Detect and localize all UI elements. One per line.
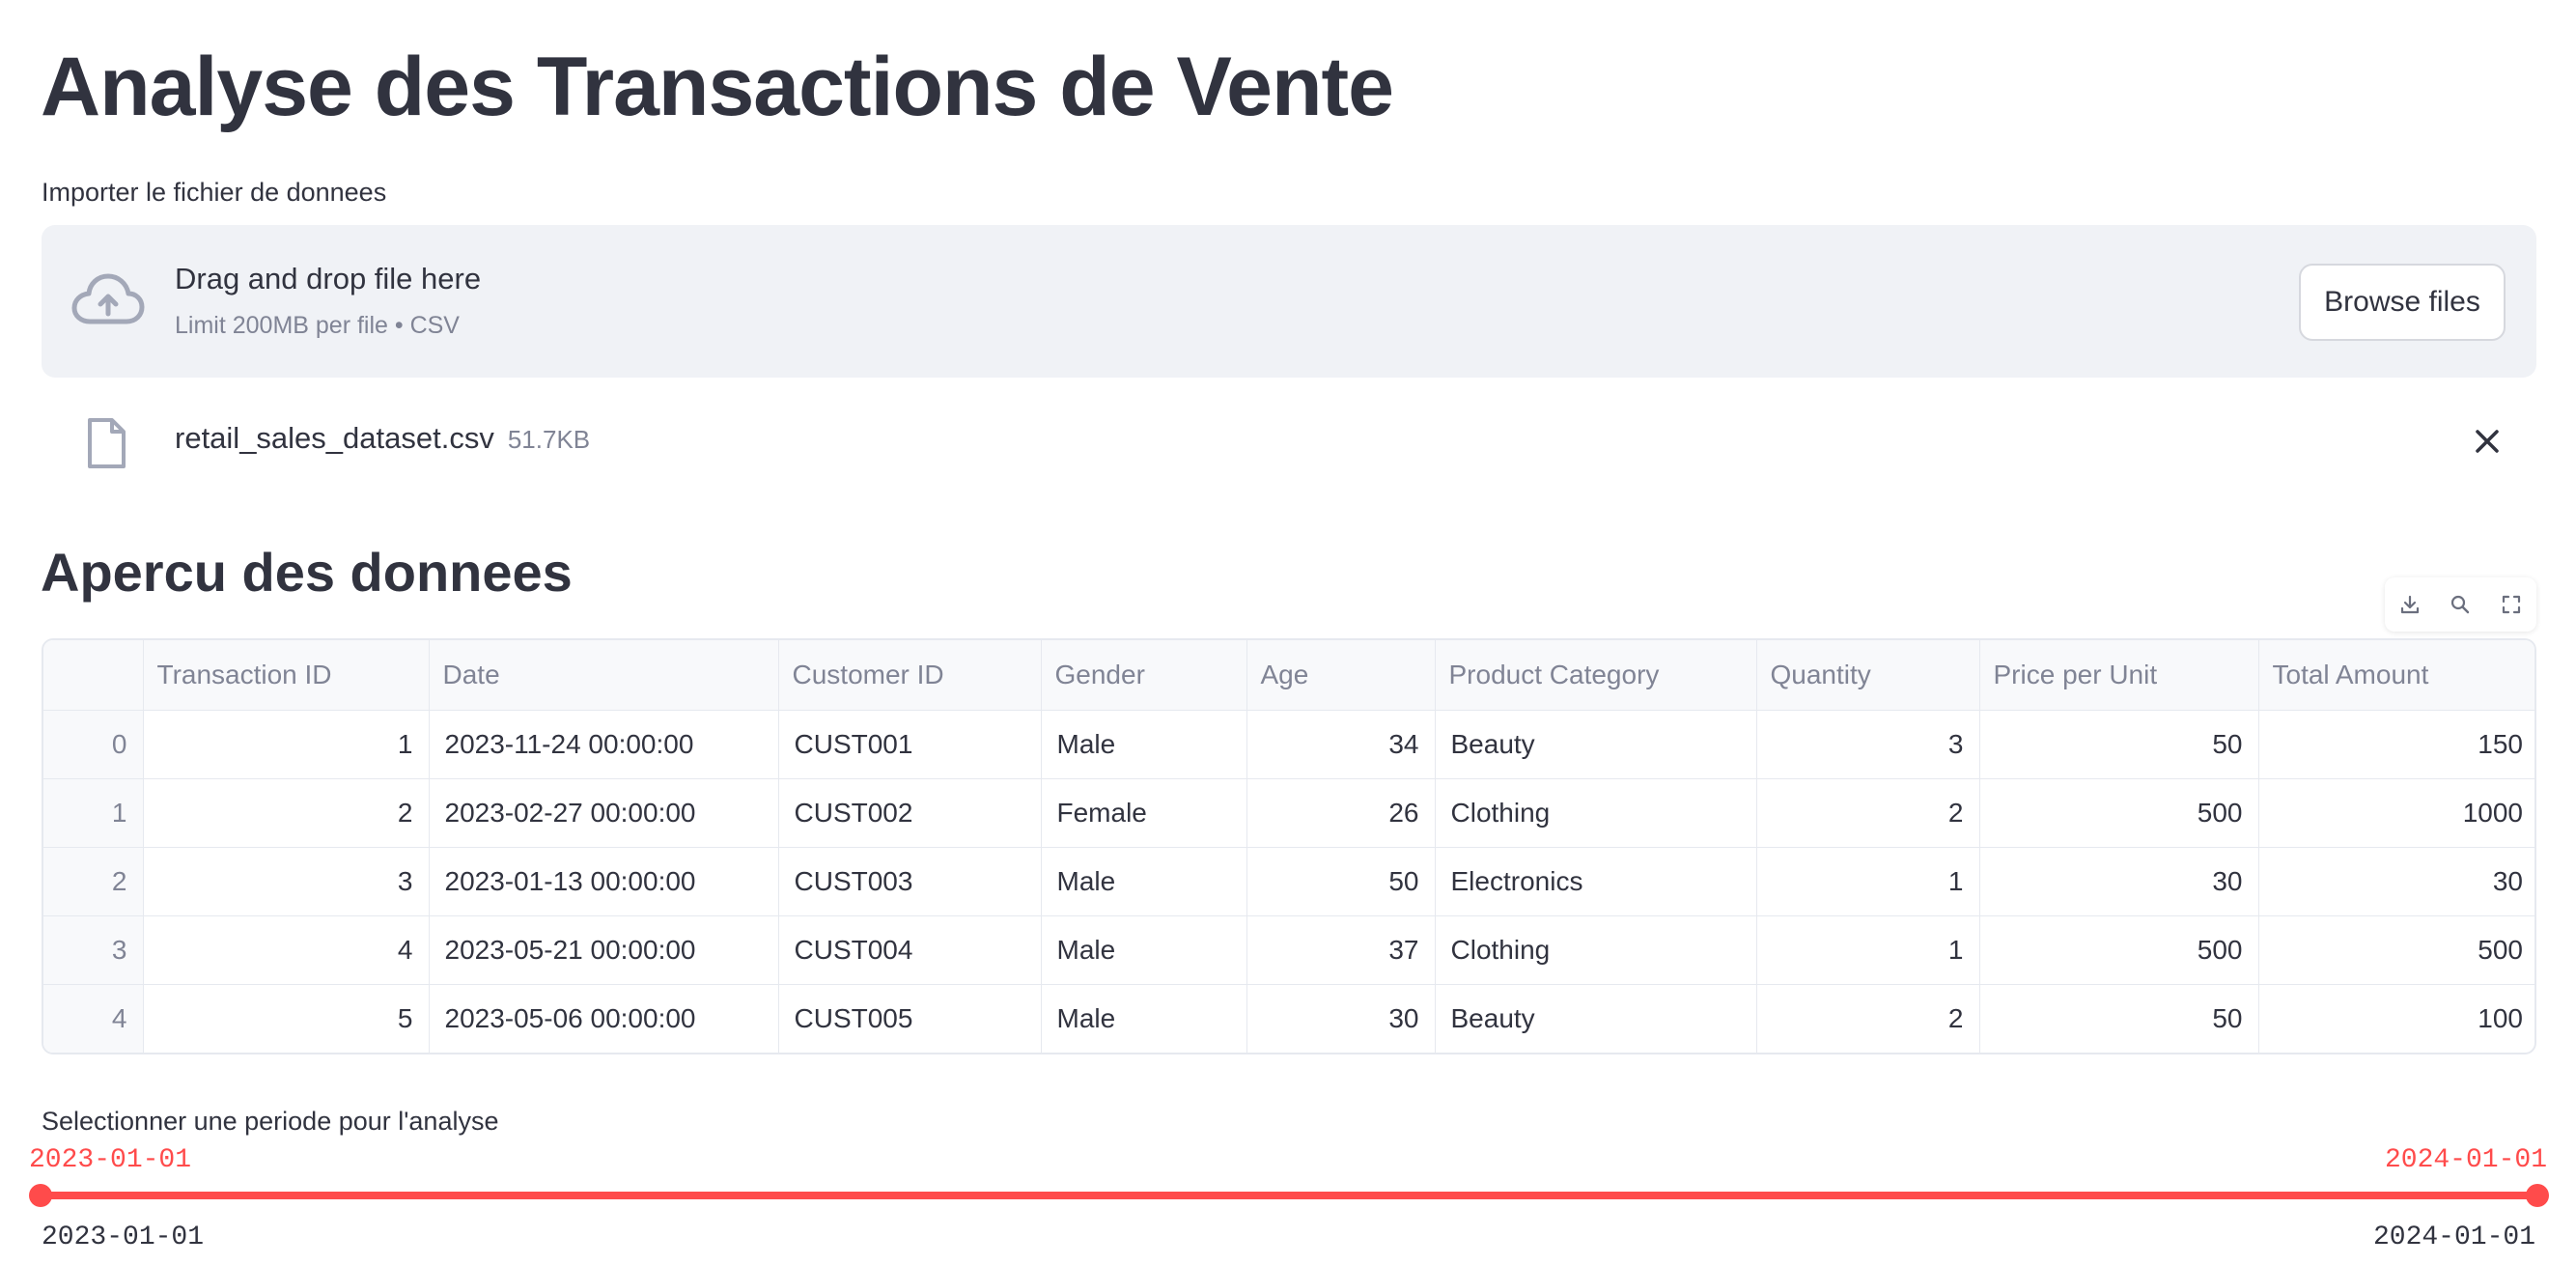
table-cell[interactable]: 500 [2258, 915, 2534, 985]
fullscreen-button[interactable] [2494, 587, 2529, 622]
table-cell[interactable]: 2023-11-24 00:00:00 [429, 710, 779, 779]
preview-title: Apercu des donnees [41, 542, 573, 603]
table-cell[interactable]: 100 [2258, 985, 2534, 1054]
column-header[interactable]: Total Amount [2258, 640, 2534, 711]
slider-range-max: 2024-01-01 [2372, 1223, 2535, 1252]
table-row: 2 3 2023-01-13 00:00:00 CUST003 Male 50 … [43, 847, 2534, 916]
slider-range-min: 2023-01-01 [42, 1223, 205, 1252]
slider-value-min: 2023-01-01 [29, 1145, 192, 1175]
table-cell[interactable]: 1 [143, 710, 430, 779]
table-cell[interactable]: 30 [2258, 847, 2534, 916]
browse-files-button[interactable]: Browse files [2299, 264, 2506, 341]
column-header[interactable]: Transaction ID [143, 640, 430, 711]
file-limit-text: Limit 200MB per file • CSV [175, 312, 460, 339]
column-header[interactable]: Gender [1041, 640, 1247, 711]
drop-instructions: Drag and drop file here [175, 262, 482, 295]
table-cell[interactable]: CUST002 [778, 778, 1042, 848]
table-cell[interactable]: 500 [1979, 778, 2259, 848]
table-cell[interactable]: 30 [1979, 847, 2259, 916]
row-index[interactable]: 2 [43, 847, 144, 916]
table-cell[interactable]: Beauty [1435, 984, 1757, 1053]
table-row: 1 2 2023-02-27 00:00:00 CUST002 Female 2… [43, 778, 2534, 848]
file-dropzone[interactable]: Drag and drop file here Limit 200MB per … [42, 225, 2536, 378]
cloud-upload-icon [71, 273, 145, 324]
table-cell[interactable]: 26 [1246, 778, 1436, 848]
download-button[interactable] [2393, 587, 2427, 622]
column-header[interactable]: Product Category [1435, 640, 1757, 711]
column-header[interactable]: Customer ID [778, 640, 1042, 711]
table-cell[interactable]: 2 [1756, 778, 1980, 848]
table-row: 0 1 2023-11-24 00:00:00 CUST001 Male 34 … [43, 710, 2534, 779]
table-cell[interactable]: 150 [2258, 710, 2534, 779]
column-header-index[interactable] [43, 640, 144, 711]
table-cell[interactable]: 37 [1246, 915, 1436, 985]
table-cell[interactable]: 2023-05-06 00:00:00 [429, 984, 779, 1053]
table-cell[interactable]: 4 [143, 915, 430, 985]
table-cell[interactable]: CUST003 [778, 847, 1042, 916]
table-cell[interactable]: 1 [1756, 847, 1980, 916]
table-cell[interactable]: 50 [1979, 710, 2259, 779]
row-index[interactable]: 3 [43, 915, 144, 985]
table-row: 3 4 2023-05-21 00:00:00 CUST004 Male 37 … [43, 915, 2534, 985]
table-cell[interactable]: Clothing [1435, 778, 1757, 848]
row-index[interactable]: 1 [43, 778, 144, 848]
table-cell[interactable]: Male [1041, 915, 1247, 985]
slider-value-max: 2024-01-01 [2384, 1145, 2547, 1175]
table-cell[interactable]: Male [1041, 984, 1247, 1053]
table-cell[interactable]: 2023-02-27 00:00:00 [429, 778, 779, 848]
slider-thumb-max[interactable] [2526, 1184, 2549, 1207]
uploader-label: Importer le fichier de donnees [42, 178, 387, 207]
table-cell[interactable]: 3 [143, 847, 430, 916]
download-icon [2401, 595, 2420, 614]
table-cell[interactable]: 3 [1756, 710, 1980, 779]
table-cell[interactable]: 34 [1246, 710, 1436, 779]
search-icon [2451, 595, 2470, 614]
slider-track[interactable] [41, 1192, 2537, 1199]
row-index[interactable]: 4 [43, 984, 144, 1053]
dataframe-toolbar [2385, 577, 2536, 632]
row-index[interactable]: 0 [43, 710, 144, 779]
page-title: Analyse des Transactions de Vente [41, 41, 1394, 133]
table-cell[interactable]: 2023-01-13 00:00:00 [429, 847, 779, 916]
table-cell[interactable]: 5 [143, 984, 430, 1053]
table-cell[interactable]: Male [1041, 847, 1247, 916]
table-cell[interactable]: 2 [1756, 984, 1980, 1053]
fullscreen-icon [2502, 595, 2520, 614]
column-header[interactable]: Date [429, 640, 779, 711]
data-table[interactable]: Transaction ID Date Customer ID Gender A… [42, 638, 2536, 1054]
uploaded-file-row: retail_sales_dataset.csv 51.7KB [42, 396, 2536, 483]
table-cell[interactable]: Male [1041, 710, 1247, 779]
slider-thumb-min[interactable] [29, 1184, 52, 1207]
table-cell[interactable]: CUST001 [778, 710, 1042, 779]
table-header-row: Transaction ID Date Customer ID Gender A… [43, 640, 2534, 711]
column-header[interactable]: Quantity [1756, 640, 1980, 711]
table-cell[interactable]: 50 [1979, 984, 2259, 1053]
table-cell[interactable]: 2 [143, 778, 430, 848]
search-button[interactable] [2443, 587, 2478, 622]
file-icon [88, 418, 126, 468]
table-cell[interactable]: Clothing [1435, 915, 1757, 985]
file-name: retail_sales_dataset.csv 51.7KB [175, 421, 590, 456]
table-cell[interactable]: 500 [1979, 915, 2259, 985]
table-cell[interactable]: 50 [1246, 847, 1436, 916]
table-cell[interactable]: CUST004 [778, 915, 1042, 985]
slider-label: Selectionner une periode pour l'analyse [42, 1107, 499, 1136]
close-icon[interactable] [2473, 427, 2502, 456]
file-size: 51.7KB [507, 425, 591, 454]
table-cell[interactable]: 2023-05-21 00:00:00 [429, 915, 779, 985]
table-cell[interactable]: Electronics [1435, 847, 1757, 916]
table-cell[interactable]: Beauty [1435, 710, 1757, 779]
table-cell[interactable]: 30 [1246, 984, 1436, 1053]
table-row: 4 5 2023-05-06 00:00:00 CUST005 Male 30 … [43, 984, 2534, 1054]
column-header[interactable]: Age [1246, 640, 1436, 711]
table-cell[interactable]: CUST005 [778, 984, 1042, 1053]
table-cell[interactable]: 1000 [2258, 778, 2534, 848]
table-cell[interactable]: 1 [1756, 915, 1980, 985]
column-header[interactable]: Price per Unit [1979, 640, 2259, 711]
file-name-text: retail_sales_dataset.csv [175, 421, 494, 455]
table-cell[interactable]: Female [1041, 778, 1247, 848]
